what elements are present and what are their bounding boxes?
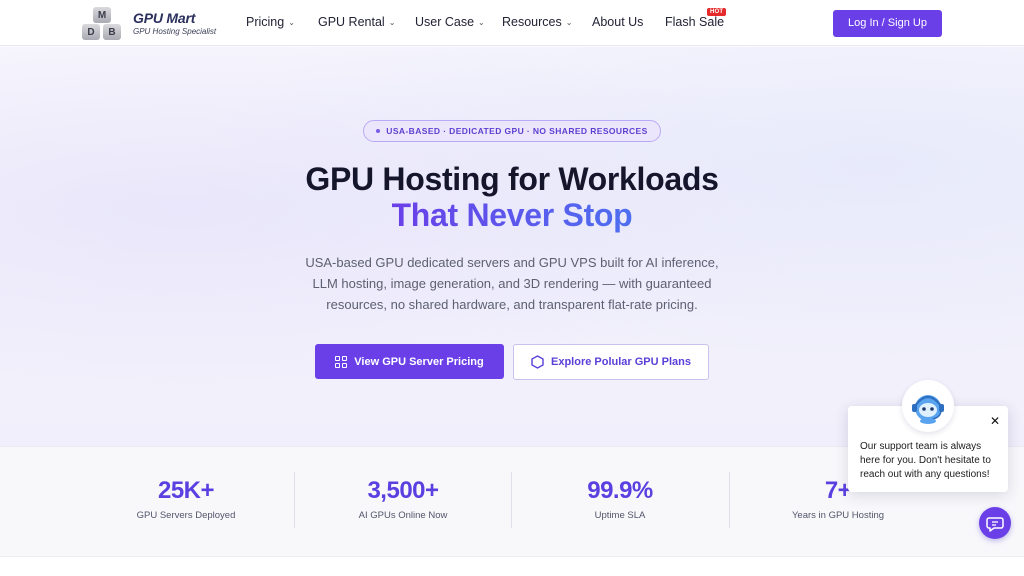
stat-divider <box>511 472 512 528</box>
navbar: M D B GPU Mart GPU Hosting Specialist Pr… <box>0 0 1024 46</box>
chat-button[interactable] <box>979 507 1011 539</box>
nav-resources[interactable]: Resources ⌄ <box>502 15 572 31</box>
dot-icon <box>376 129 381 133</box>
hero-title-line2: That Never Stop <box>0 197 1024 234</box>
login-signup-button[interactable]: Log In / Sign Up <box>833 10 942 37</box>
nav-flash-sale-label: Flash Sale <box>665 15 725 29</box>
support-agent-avatar[interactable] <box>902 380 954 432</box>
chevron-down-icon: ⌄ <box>565 18 573 27</box>
stat-value: 3,500+ <box>367 477 439 504</box>
hero-section: USA-BASED · DEDICATED GPU · NO SHARED RE… <box>0 47 1024 446</box>
stat-label: AI GPUs Online Now <box>358 510 448 521</box>
brand-tagline: GPU Hosting Specialist <box>133 27 217 36</box>
stat-ai-gpus-online: 3,500+ AI GPUs Online Now <box>303 477 503 521</box>
support-robot-icon <box>912 395 944 424</box>
explore-gpu-plans-button[interactable]: Explore Polular GPU Plans <box>513 344 709 380</box>
hero-title-line2-text: That Never Stop <box>391 197 633 233</box>
chevron-down-icon: ⌄ <box>388 18 396 27</box>
stat-servers-deployed: 25K+ GPU Servers Deployed <box>86 477 286 521</box>
hero-pill-badge: USA-BASED · DEDICATED GPU · NO SHARED RE… <box>363 120 661 142</box>
nav-flash-sale[interactable]: Flash Sale <box>665 15 724 31</box>
nav-about-us[interactable]: About Us <box>592 15 643 31</box>
logo-cube-m: M <box>93 7 111 23</box>
hero-title-line1: GPU Hosting for Workloads <box>305 161 719 197</box>
chevron-down-icon: ⌄ <box>478 18 485 27</box>
nav-resources-label: Resources <box>502 15 562 29</box>
nav-about-us-label: About Us <box>592 15 644 29</box>
nav-pricing-label: Pricing <box>246 15 285 29</box>
bottom-strip <box>0 556 1024 576</box>
hexagon-icon <box>531 355 544 369</box>
view-gpu-pricing-button[interactable]: View GPU Server Pricing <box>315 344 504 379</box>
stat-label: Uptime SLA <box>594 510 646 521</box>
nav-user-case[interactable]: User Case ⌄ <box>415 15 485 31</box>
grid-icon <box>335 355 348 368</box>
logo-cube-b: B <box>103 24 121 40</box>
hero-pill-text: USA-BASED · DEDICATED GPU · NO SHARED RE… <box>386 126 648 136</box>
close-icon[interactable]: ✕ <box>989 414 1001 428</box>
chat-bubble-icon <box>986 517 1004 532</box>
logo-cubes-icon: M D B <box>81 6 125 42</box>
brand-name: GPU Mart <box>133 10 196 26</box>
nav-gpu-rental-label: GPU Rental <box>318 15 385 29</box>
explore-gpu-plans-label: Explore Polular GPU Plans <box>551 356 691 368</box>
hot-badge: HOT <box>707 8 727 16</box>
logo-cube-d: D <box>82 24 100 40</box>
stat-label: GPU Servers Deployed <box>136 510 236 521</box>
nav-gpu-rental[interactable]: GPU Rental ⌄ <box>318 15 395 31</box>
chevron-down-icon: ⌄ <box>288 18 295 27</box>
stat-value: 99.9% <box>587 477 653 504</box>
stat-uptime-sla: 99.9% Uptime SLA <box>520 477 720 521</box>
nav-user-case-label: User Case <box>415 15 475 29</box>
stat-divider <box>294 472 295 528</box>
logo[interactable]: M D B GPU Mart GPU Hosting Specialist <box>81 6 231 42</box>
stat-label: Years in GPU Hosting <box>791 510 885 521</box>
nav-pricing[interactable]: Pricing ⌄ <box>246 15 295 31</box>
hero-description: USA-based GPU dedicated servers and GPU … <box>305 255 719 312</box>
stat-divider <box>729 472 730 528</box>
view-gpu-pricing-label: View GPU Server Pricing <box>354 355 484 368</box>
chat-message: Our support team is always here for you.… <box>860 441 991 480</box>
stat-value: 25K+ <box>157 477 215 504</box>
